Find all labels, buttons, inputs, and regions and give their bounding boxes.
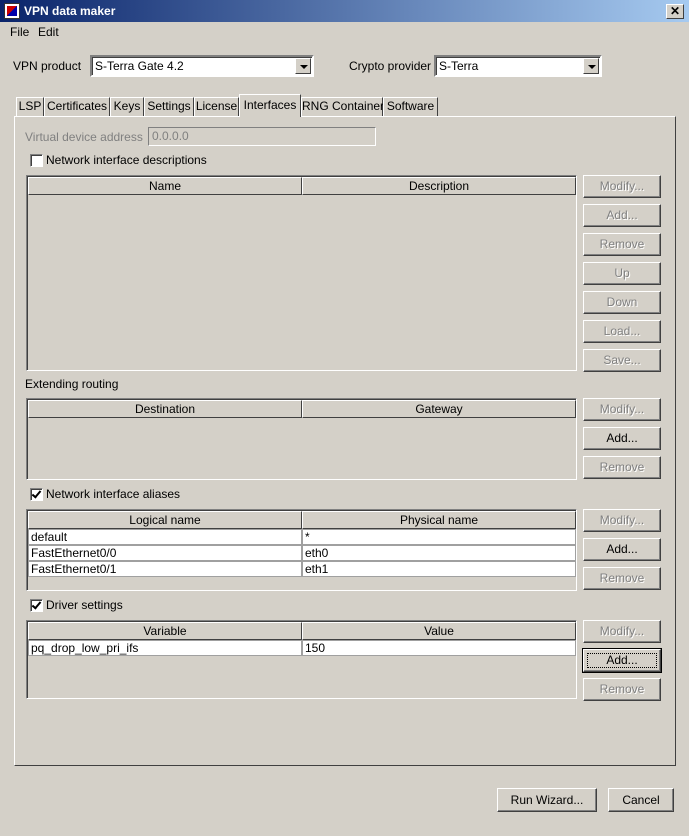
virtual-device-label: Virtual device address (25, 130, 143, 144)
app-icon (4, 3, 20, 19)
driver-checkbox-label: Driver settings (46, 598, 123, 612)
close-button[interactable]: ✕ (666, 4, 684, 19)
vpn-product-label: VPN product (13, 59, 82, 73)
aliases-add-button[interactable]: Add... (583, 538, 661, 561)
nid-down-button[interactable]: Down (583, 291, 661, 314)
nid-load-button[interactable]: Load... (583, 320, 661, 343)
chevron-down-icon[interactable] (295, 58, 311, 74)
column-header-physical-name[interactable]: Physical name (302, 511, 576, 529)
vpn-product-value: S-Terra Gate 4.2 (95, 59, 184, 73)
driver-modify-button[interactable]: Modify... (583, 620, 661, 643)
virtual-device-input[interactable]: 0.0.0.0 (148, 127, 376, 146)
table-cell-physical[interactable]: eth0 (302, 545, 576, 561)
tab-certificates[interactable]: Certificates (44, 97, 110, 116)
routing-table[interactable]: Destination Gateway (26, 398, 577, 480)
run-wizard-button[interactable]: Run Wizard... (497, 788, 597, 812)
title-bar: VPN data maker ✕ (0, 0, 689, 22)
driver-checkbox[interactable] (30, 599, 43, 612)
table-cell-physical[interactable]: eth1 (302, 561, 576, 577)
tab-settings[interactable]: Settings (144, 97, 194, 116)
table-cell-logical[interactable]: default (28, 529, 302, 545)
column-header-value[interactable]: Value (302, 622, 576, 640)
column-header-name[interactable]: Name (28, 177, 302, 195)
aliases-modify-button[interactable]: Modify... (583, 509, 661, 532)
nid-checkbox[interactable] (30, 154, 43, 167)
table-cell-logical[interactable]: FastEthernet0/1 (28, 561, 302, 577)
menu-edit[interactable]: Edit (36, 24, 61, 40)
nid-save-button[interactable]: Save... (583, 349, 661, 372)
vpn-product-select[interactable]: S-Terra Gate 4.2 (90, 55, 314, 77)
aliases-table[interactable]: Logical name Physical name default * Fas… (26, 509, 577, 591)
tab-rng-container[interactable]: RNG Container (301, 97, 384, 116)
column-header-gateway[interactable]: Gateway (302, 400, 576, 418)
routing-modify-button[interactable]: Modify... (583, 398, 661, 421)
window-title: VPN data maker (24, 4, 116, 18)
tab-interfaces[interactable]: Interfaces (239, 94, 301, 117)
tab-software[interactable]: Software (383, 97, 438, 116)
routing-add-button[interactable]: Add... (583, 427, 661, 450)
aliases-remove-button[interactable]: Remove (583, 567, 661, 590)
crypto-provider-value: S-Terra (439, 59, 479, 73)
menu-bar: File Edit (0, 22, 689, 42)
driver-table[interactable]: Variable Value pq_drop_low_pri_ifs 150 (26, 620, 577, 699)
aliases-checkbox-label: Network interface aliases (46, 487, 181, 501)
column-header-description[interactable]: Description (302, 177, 576, 195)
nid-up-button[interactable]: Up (583, 262, 661, 285)
tab-license[interactable]: License (194, 97, 239, 116)
routing-label: Extending routing (25, 377, 119, 391)
tab-lsp[interactable]: LSP (16, 97, 44, 116)
table-cell-value[interactable]: 150 (302, 640, 576, 656)
driver-remove-button[interactable]: Remove (583, 678, 661, 701)
driver-add-button[interactable]: Add... (582, 648, 662, 673)
column-header-variable[interactable]: Variable (28, 622, 302, 640)
cancel-button[interactable]: Cancel (608, 788, 674, 812)
column-header-destination[interactable]: Destination (28, 400, 302, 418)
column-header-logical-name[interactable]: Logical name (28, 511, 302, 529)
routing-remove-button[interactable]: Remove (583, 456, 661, 479)
aliases-checkbox[interactable] (30, 488, 43, 501)
crypto-provider-label: Crypto provider (349, 59, 432, 73)
table-cell-variable[interactable]: pq_drop_low_pri_ifs (28, 640, 302, 656)
tab-keys[interactable]: Keys (110, 97, 144, 116)
crypto-provider-select[interactable]: S-Terra (434, 55, 602, 77)
nid-table[interactable]: Name Description (26, 175, 577, 371)
table-cell-physical[interactable]: * (302, 529, 576, 545)
menu-file[interactable]: File (8, 24, 31, 40)
chevron-down-icon[interactable] (583, 58, 599, 74)
nid-checkbox-label: Network interface descriptions (46, 153, 207, 167)
nid-add-button[interactable]: Add... (583, 204, 661, 227)
table-cell-logical[interactable]: FastEthernet0/0 (28, 545, 302, 561)
nid-modify-button[interactable]: Modify... (583, 175, 661, 198)
nid-remove-button[interactable]: Remove (583, 233, 661, 256)
